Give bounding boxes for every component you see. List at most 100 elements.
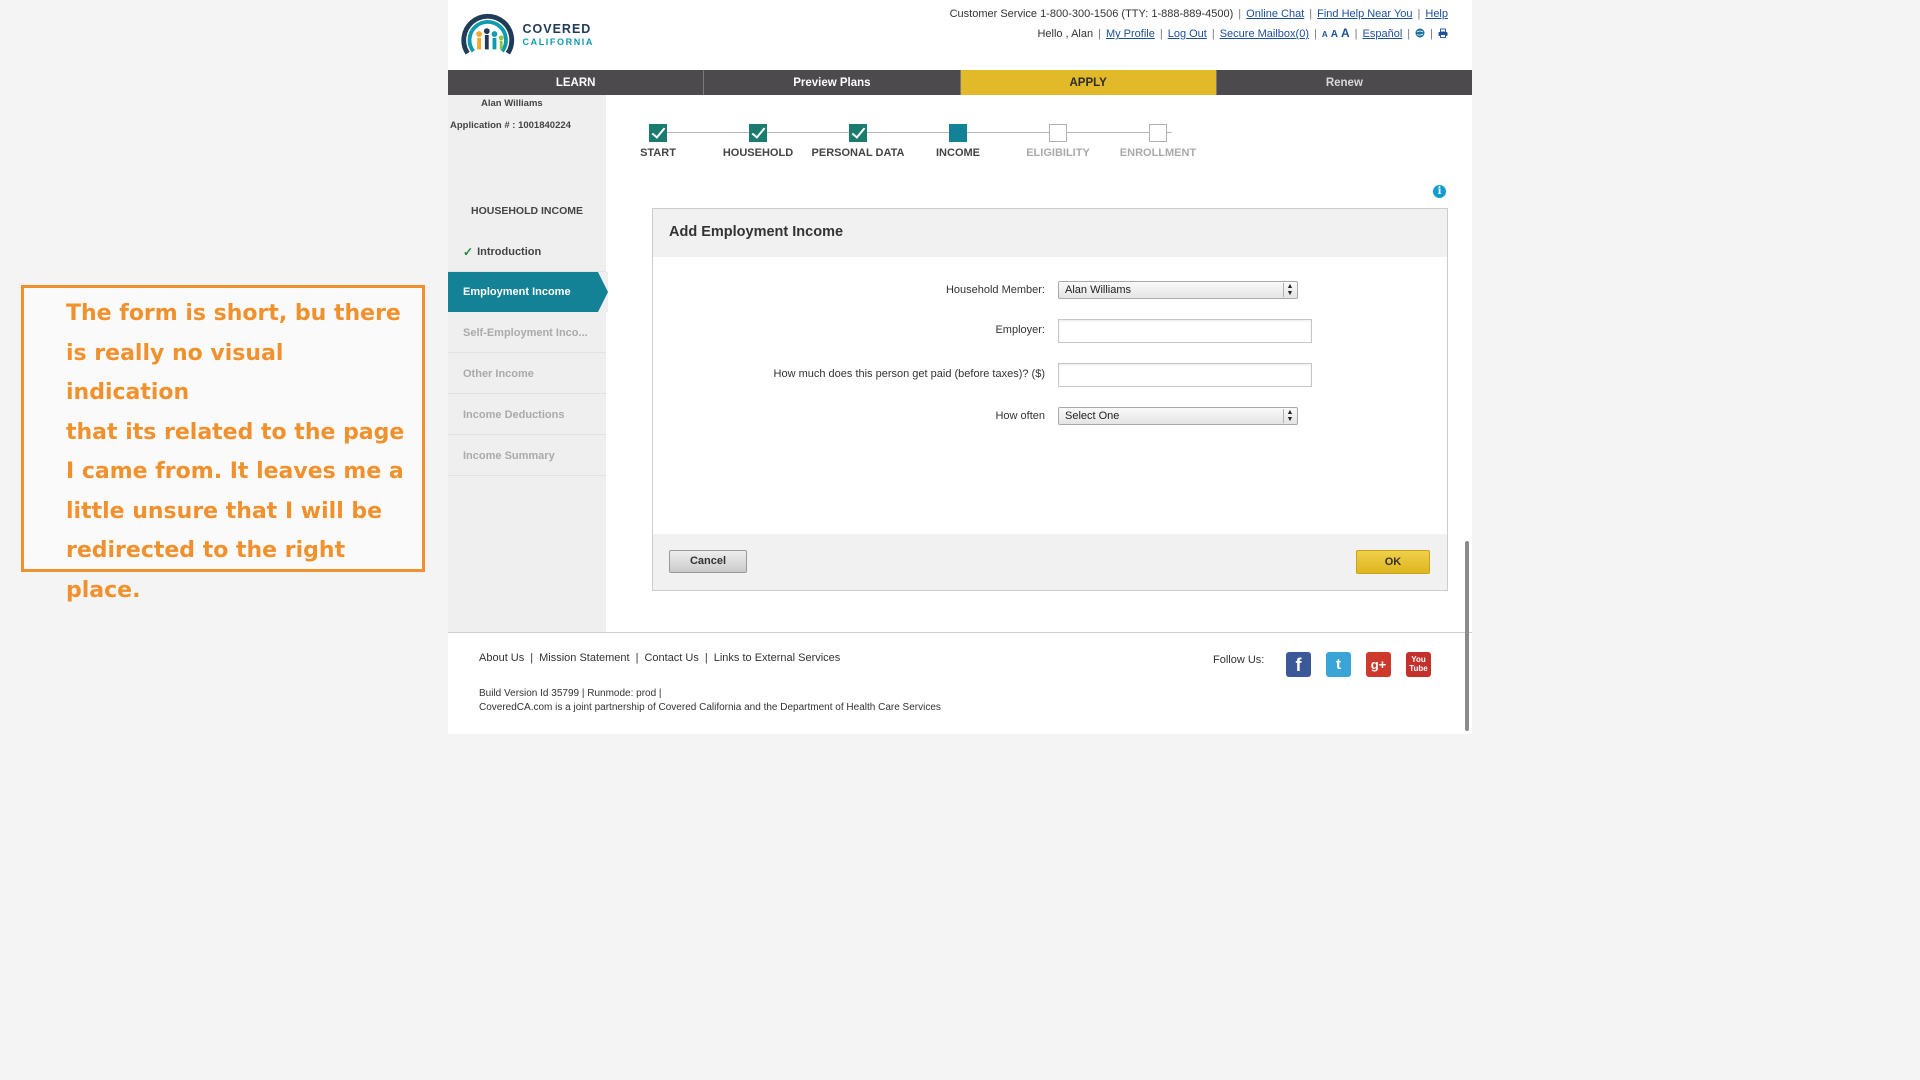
step-check-icon [649, 124, 667, 142]
font-size-small[interactable]: A [1322, 30, 1328, 39]
logo-line-2: CALIFORNIA [522, 36, 594, 47]
external-services-link[interactable]: Links to External Services [714, 652, 841, 664]
utility-bar-user: Hello , Alan | My Profile | Log Out | Secure M… [1037, 26, 1448, 40]
annotation-line: place. [66, 577, 141, 603]
logo-mark-icon [461, 13, 515, 55]
nav-tab-learn[interactable]: LEARN [448, 70, 705, 95]
nav-tab-renew[interactable]: Renew [1216, 70, 1472, 95]
employer-input[interactable] [1058, 319, 1312, 343]
ok-button[interactable]: OK [1356, 550, 1430, 574]
my-profile-link[interactable]: My Profile [1106, 28, 1155, 40]
logo-line-1: COVERED [522, 22, 592, 37]
nav-tab-apply[interactable]: APPLY [960, 70, 1217, 95]
select-arrows-icon: ▲ ▼ [1283, 409, 1296, 423]
progress-tracker: START HOUSEHOLD PERSONAL DATA INCOME ELI… [640, 118, 1220, 168]
household-member-value: Alan Williams [1065, 284, 1132, 296]
panel-title: Add Employment Income [653, 209, 1447, 257]
add-employment-income-panel: Add Employment Income Household Member: … [652, 208, 1448, 591]
main-nav: LEARN Preview Plans APPLY Renew [448, 70, 1472, 95]
youtube-icon[interactable]: You Tube [1406, 652, 1431, 677]
sidebar-item-income-summary[interactable]: Income Summary [448, 436, 606, 476]
nav-tab-preview-plans[interactable]: Preview Plans [704, 70, 961, 95]
panel-footer: Cancel OK [653, 534, 1447, 590]
sidebar-item-label: Introduction [477, 245, 542, 258]
about-us-link[interactable]: About Us [479, 652, 524, 664]
contact-us-link[interactable]: Contact Us [644, 652, 698, 664]
footer-links: About Us | Mission Statement | Contact Us | Li… [479, 652, 841, 664]
sidebar-item-employment-income[interactable]: Employment Income [448, 272, 608, 312]
follow-us-label: Follow Us: [1213, 654, 1265, 666]
applicant-name: Alan Williams [481, 98, 543, 109]
sidebar-item-label: Income Summary [463, 449, 555, 462]
page: COVERED CALIFORNIA Customer Service 1-80… [448, 0, 1472, 734]
step-check-icon [849, 124, 867, 142]
sidebar-item-label: Income Deductions [463, 408, 565, 421]
google-plus-icon[interactable]: g+ [1366, 652, 1391, 677]
font-size-medium[interactable]: A [1331, 29, 1338, 40]
step-empty-icon [1149, 124, 1167, 142]
scrollbar-thumb[interactable] [1465, 541, 1469, 731]
cancel-button[interactable]: Cancel [669, 550, 747, 573]
build-version: Build Version Id 35799 | Runmode: prod | [479, 688, 662, 699]
step-empty-icon [1049, 124, 1067, 142]
how-often-label: How often [995, 410, 1045, 422]
sidebar-item-introduction[interactable]: ✓ Introduction [448, 232, 606, 272]
mission-statement-link[interactable]: Mission Statement [539, 652, 629, 664]
pay-amount-input[interactable] [1058, 363, 1312, 387]
sidebar-item-income-deductions[interactable]: Income Deductions [448, 395, 606, 435]
annotation-line: I came from. It leaves me a [66, 459, 404, 484]
step-label: START [640, 147, 676, 159]
step-check-icon [749, 124, 767, 142]
sidebar-item-other-income[interactable]: Other Income [448, 354, 606, 394]
find-help-link[interactable]: Find Help Near You [1317, 8, 1412, 20]
check-icon: ✓ [463, 244, 474, 259]
sidebar-item-label: Other Income [463, 367, 534, 380]
pay-label: How much does this person get paid (befo… [773, 368, 1045, 380]
greeting-text: Hello , Alan [1037, 28, 1094, 40]
sidebar-item-label: Self-Employment Inco... [463, 326, 588, 339]
info-icon[interactable]: i [1433, 185, 1446, 198]
twitter-icon[interactable]: t [1326, 652, 1351, 677]
step-current-icon [949, 124, 967, 142]
household-member-select[interactable]: Alan Williams ▲ ▼ [1058, 281, 1298, 299]
online-chat-link[interactable]: Online Chat [1246, 8, 1304, 20]
employer-label: Employer: [995, 324, 1045, 336]
step-eligibility: ELIGIBILITY [1003, 124, 1113, 159]
how-often-select[interactable]: Select One ▲ ▼ [1058, 407, 1298, 425]
select-arrows-icon: ▲ ▼ [1283, 283, 1296, 297]
application-number: Application # : 1001840224 [450, 120, 571, 131]
font-size-large[interactable]: A [1341, 26, 1350, 40]
logo-text: COVERED CALIFORNIA [523, 23, 595, 47]
print-icon[interactable] [1438, 28, 1448, 38]
step-personal-data: PERSONAL DATA [803, 124, 913, 159]
covered-california-logo[interactable]: COVERED CALIFORNIA [458, 4, 594, 66]
step-start: START [603, 124, 713, 159]
sidebar-item-self-employment-income[interactable]: Self-Employment Inco... [448, 313, 606, 353]
household-member-label: Household Member: [945, 284, 1045, 296]
footer-divider [448, 632, 1472, 633]
step-label: ELIGIBILITY [1026, 147, 1090, 159]
secure-mailbox-link[interactable]: Secure Mailbox(0) [1220, 28, 1309, 40]
annotation-line: that its related to the page [66, 419, 405, 445]
step-label: PERSONAL DATA [811, 147, 905, 159]
step-label: INCOME [936, 147, 980, 159]
annotation-note: The form is short, bu there is really no… [21, 285, 425, 603]
household-member-row: Household Member: Alan Williams ▲ ▼ [653, 279, 1449, 303]
step-label: ENROLLMENT [1119, 147, 1197, 159]
pay-row: How much does this person get paid (befo… [653, 363, 1449, 387]
annotation-line: The form is short, bu there [66, 301, 401, 326]
utility-bar-top: Customer Service 1-800-300-1506 (TTY: 1-… [949, 8, 1448, 20]
how-often-value: Select One [1065, 410, 1120, 422]
step-label: HOUSEHOLD [722, 147, 794, 159]
left-sidebar: Alan Williams Application # : 1001840224… [448, 95, 608, 632]
facebook-icon[interactable]: f [1286, 652, 1311, 677]
globe-icon[interactable] [1415, 28, 1425, 38]
step-income: INCOME [903, 124, 1013, 159]
annotation-line: little unsure that I will be [66, 498, 383, 524]
help-link[interactable]: Help [1425, 8, 1448, 20]
annotation-line: redirected to the right [66, 538, 346, 563]
step-enrollment: ENROLLMENT [1103, 124, 1213, 159]
employer-row: Employer: [653, 319, 1449, 343]
language-link[interactable]: Español [1363, 28, 1403, 40]
log-out-link[interactable]: Log Out [1168, 28, 1207, 40]
